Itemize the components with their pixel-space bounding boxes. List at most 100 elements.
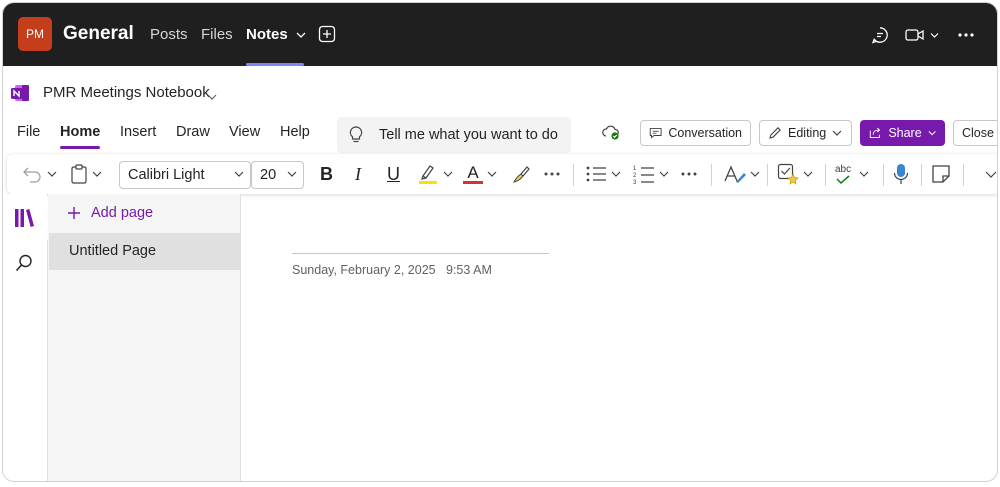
page-date: Sunday, February 2, 2025	[292, 263, 436, 277]
menu-active-indicator	[60, 146, 100, 149]
plus-icon	[68, 207, 80, 219]
video-call-icon[interactable]	[904, 25, 944, 45]
ribbon-divider	[767, 164, 768, 186]
pencil-icon	[769, 127, 781, 139]
font-size-select[interactable]: 20	[251, 161, 304, 189]
chevron-down-icon	[803, 171, 813, 177]
microphone-icon	[893, 164, 909, 184]
spelling-label: abc	[835, 163, 852, 175]
close-button[interactable]: Close	[953, 120, 997, 146]
page-title: Untitled Page	[69, 243, 157, 259]
sticky-notes-button[interactable]	[931, 154, 951, 194]
notebook-title[interactable]: PMR Meetings Notebook	[43, 84, 210, 101]
add-tab-icon[interactable]	[317, 24, 337, 44]
ribbon-divider	[921, 164, 922, 186]
chevron-down-icon	[611, 171, 621, 177]
chevron-down-icon	[659, 171, 669, 177]
ribbon-divider	[883, 164, 884, 186]
share-label: Share	[888, 126, 922, 140]
notebooks-rail-button[interactable]	[3, 196, 48, 240]
ribbon-divider	[963, 164, 964, 186]
more-paragraph-options[interactable]	[680, 154, 698, 194]
conversation-label: Conversation	[668, 126, 742, 140]
dictate-button[interactable]	[893, 154, 909, 194]
font-name-select[interactable]: Calibri Light	[119, 161, 251, 189]
menu-home[interactable]: Home	[60, 124, 100, 140]
font-size-value: 20	[260, 167, 277, 183]
chevron-down-icon	[296, 32, 306, 38]
chevron-down-icon	[92, 171, 102, 177]
chevron-down-icon	[487, 171, 497, 177]
spelling-check-icon	[836, 174, 850, 184]
bullets-button[interactable]	[585, 154, 621, 194]
more-icon	[544, 172, 560, 176]
font-color-swatch	[463, 181, 483, 184]
chevron-down-icon	[234, 171, 244, 177]
menu-draw[interactable]: Draw	[176, 124, 210, 140]
bold-button[interactable]: B	[320, 154, 333, 194]
spelling-button[interactable]: abc	[835, 154, 869, 194]
styles-button[interactable]	[723, 154, 760, 194]
chevron-down-icon	[928, 130, 936, 136]
undo-button[interactable]	[21, 154, 57, 194]
chevron-down-icon	[750, 171, 760, 177]
chevron-down-icon	[859, 171, 869, 177]
text-styles-icon	[724, 165, 746, 183]
search-icon[interactable]	[15, 254, 33, 277]
page-time: 9:53 AM	[446, 263, 492, 277]
menu-file[interactable]: File	[17, 124, 40, 140]
team-avatar[interactable]: PM	[18, 17, 52, 51]
font-color-button[interactable]: A	[463, 154, 497, 194]
ribbon-divider	[573, 164, 574, 186]
lightbulb-icon	[349, 126, 363, 149]
share-button[interactable]: Share	[860, 120, 945, 146]
format-painter-button[interactable]	[512, 154, 532, 194]
chevron-down-icon[interactable]	[207, 88, 217, 106]
italic-button[interactable]: I	[355, 154, 361, 194]
editing-mode-button[interactable]: Editing	[759, 120, 852, 146]
clipboard-icon	[71, 164, 87, 184]
onenote-logo-icon	[11, 85, 29, 106]
add-page-button[interactable]: Add page	[67, 205, 153, 221]
more-icon	[681, 172, 697, 176]
tab-notes[interactable]: Notes	[246, 26, 306, 43]
close-label: Close	[962, 126, 994, 140]
teams-header: PM General Posts Files Notes	[3, 3, 997, 66]
highlight-button[interactable]	[417, 154, 453, 194]
menu-view[interactable]: View	[229, 124, 260, 140]
menu-insert[interactable]: Insert	[120, 124, 156, 140]
tab-files[interactable]: Files	[201, 26, 233, 43]
more-font-options[interactable]	[543, 154, 561, 194]
add-page-label: Add page	[91, 205, 154, 221]
tab-notes-label: Notes	[246, 26, 288, 43]
chevron-down-icon	[832, 130, 842, 136]
tab-posts[interactable]: Posts	[150, 26, 188, 43]
font-color-letter: A	[467, 163, 479, 182]
conversation-icon	[649, 127, 662, 139]
chat-icon[interactable]	[870, 25, 890, 45]
ribbon-divider	[711, 164, 712, 186]
menu-help[interactable]: Help	[280, 124, 310, 140]
team-name: General	[63, 23, 134, 44]
svg-text:3: 3	[633, 180, 637, 184]
todo-tag-icon	[777, 163, 799, 185]
cloud-sync-icon[interactable]	[601, 124, 621, 145]
numbering-button[interactable]: 123	[633, 154, 669, 194]
more-icon[interactable]	[956, 25, 976, 45]
tell-me-search[interactable]: Tell me what you want to do	[337, 117, 571, 153]
chevron-down-icon	[443, 171, 453, 177]
tag-button[interactable]	[777, 154, 813, 194]
page-list-item[interactable]: Untitled Page	[49, 233, 241, 270]
chevron-down-icon	[47, 171, 57, 177]
tell-me-text: Tell me what you want to do	[379, 127, 558, 143]
page-title-input[interactable]	[292, 253, 549, 254]
home-ribbon: Calibri Light 20 B I U A 1 2 3 abc	[7, 154, 997, 194]
ribbon-divider	[825, 164, 826, 186]
chevron-down-icon	[985, 171, 997, 178]
conversation-button[interactable]: Conversation	[640, 120, 751, 146]
underline-button[interactable]: U	[387, 154, 400, 194]
numbered-list-icon: 123	[633, 166, 654, 184]
ribbon-expand-button[interactable]	[985, 154, 997, 194]
notebooks-icon	[15, 209, 34, 227]
paste-button[interactable]	[70, 154, 102, 194]
